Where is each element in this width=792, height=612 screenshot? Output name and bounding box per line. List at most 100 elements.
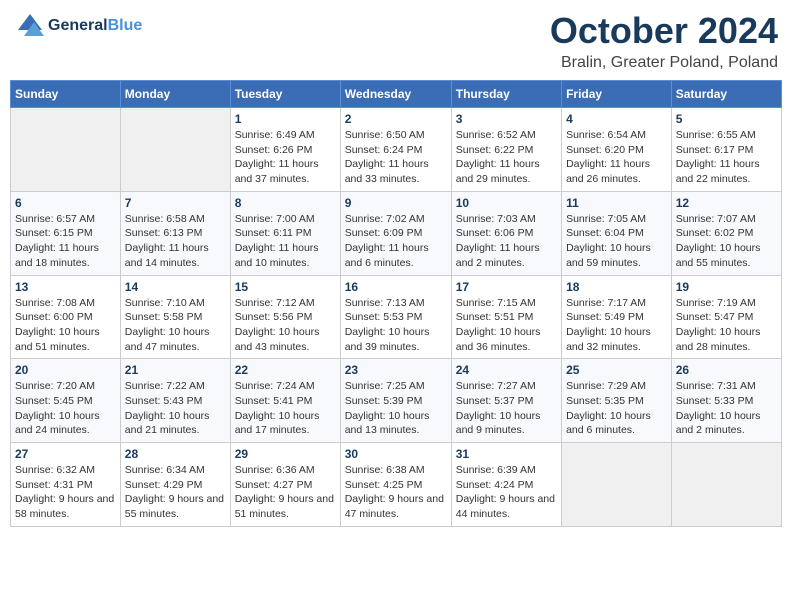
day-number: 23 bbox=[345, 363, 447, 377]
day-detail: Sunrise: 6:32 AM Sunset: 4:31 PM Dayligh… bbox=[15, 463, 116, 522]
day-number: 16 bbox=[345, 280, 447, 294]
calendar-day-cell bbox=[562, 443, 672, 527]
day-number: 25 bbox=[566, 363, 667, 377]
day-detail: Sunrise: 7:12 AM Sunset: 5:56 PM Dayligh… bbox=[235, 296, 336, 355]
day-detail: Sunrise: 7:31 AM Sunset: 5:33 PM Dayligh… bbox=[676, 379, 777, 438]
day-detail: Sunrise: 7:00 AM Sunset: 6:11 PM Dayligh… bbox=[235, 212, 336, 271]
weekday-header: Sunday bbox=[11, 81, 121, 108]
weekday-header: Saturday bbox=[671, 81, 781, 108]
calendar-week-row: 1 Sunrise: 6:49 AM Sunset: 6:26 PM Daylig… bbox=[11, 108, 782, 192]
day-number: 10 bbox=[456, 196, 557, 210]
calendar-day-cell: 28 Sunrise: 6:34 AM Sunset: 4:29 PM Dayli… bbox=[120, 443, 230, 527]
day-number: 4 bbox=[566, 112, 667, 126]
calendar-day-cell: 22Sunrise: 7:24 AM Sunset: 5:41 PM Dayli… bbox=[230, 359, 340, 443]
calendar-day-cell: 15Sunrise: 7:12 AM Sunset: 5:56 PM Dayli… bbox=[230, 275, 340, 359]
calendar-day-cell: 30Sunrise: 6:38 AM Sunset: 4:25 PM Dayli… bbox=[340, 443, 451, 527]
logo-icon bbox=[14, 10, 46, 42]
calendar-day-cell: 17 Sunrise: 7:15 AM Sunset: 5:51 PM Dayli… bbox=[451, 275, 561, 359]
day-detail: Sunrise: 7:27 AM Sunset: 5:37 PM Dayligh… bbox=[456, 379, 557, 438]
day-number: 6 bbox=[15, 196, 116, 210]
day-detail: Sunrise: 7:10 AM Sunset: 5:58 PM Dayligh… bbox=[125, 296, 226, 355]
day-number: 14 bbox=[125, 280, 226, 294]
day-detail: Sunrise: 6:34 AM Sunset: 4:29 PM Dayligh… bbox=[125, 463, 226, 522]
day-number: 27 bbox=[15, 447, 116, 461]
calendar-day-cell: 23Sunrise: 7:25 AM Sunset: 5:39 PM Dayli… bbox=[340, 359, 451, 443]
calendar-day-cell bbox=[120, 108, 230, 192]
day-detail: Sunrise: 6:58 AM Sunset: 6:13 PM Dayligh… bbox=[125, 212, 226, 271]
day-number: 12 bbox=[676, 196, 777, 210]
day-detail: Sunrise: 7:17 AM Sunset: 5:49 PM Dayligh… bbox=[566, 296, 667, 355]
day-number: 5 bbox=[676, 112, 777, 126]
calendar-day-cell: 14 Sunrise: 7:10 AM Sunset: 5:58 PM Dayli… bbox=[120, 275, 230, 359]
day-detail: Sunrise: 6:36 AM Sunset: 4:27 PM Dayligh… bbox=[235, 463, 336, 522]
calendar-day-cell: 18 Sunrise: 7:17 AM Sunset: 5:49 PM Dayli… bbox=[562, 275, 672, 359]
calendar-day-cell: 19Sunrise: 7:19 AM Sunset: 5:47 PM Dayli… bbox=[671, 275, 781, 359]
header: GeneralBlue October 2024 Bralin, Greater… bbox=[10, 10, 782, 72]
calendar-header-row: SundayMondayTuesdayWednesdayThursdayFrid… bbox=[11, 81, 782, 108]
weekday-header: Monday bbox=[120, 81, 230, 108]
calendar-day-cell: 26 Sunrise: 7:31 AM Sunset: 5:33 PM Dayli… bbox=[671, 359, 781, 443]
weekday-header: Thursday bbox=[451, 81, 561, 108]
title-area: October 2024 Bralin, Greater Poland, Pol… bbox=[550, 10, 778, 72]
day-detail: Sunrise: 7:03 AM Sunset: 6:06 PM Dayligh… bbox=[456, 212, 557, 271]
day-number: 18 bbox=[566, 280, 667, 294]
day-number: 17 bbox=[456, 280, 557, 294]
calendar-day-cell bbox=[11, 108, 121, 192]
calendar-day-cell: 5Sunrise: 6:55 AM Sunset: 6:17 PM Daylig… bbox=[671, 108, 781, 192]
day-number: 29 bbox=[235, 447, 336, 461]
day-detail: Sunrise: 6:52 AM Sunset: 6:22 PM Dayligh… bbox=[456, 128, 557, 187]
calendar-day-cell: 7 Sunrise: 6:58 AM Sunset: 6:13 PM Daylig… bbox=[120, 191, 230, 275]
calendar-day-cell: 4 Sunrise: 6:54 AM Sunset: 6:20 PM Daylig… bbox=[562, 108, 672, 192]
calendar-day-cell: 9 Sunrise: 7:02 AM Sunset: 6:09 PM Daylig… bbox=[340, 191, 451, 275]
day-number: 13 bbox=[15, 280, 116, 294]
day-number: 7 bbox=[125, 196, 226, 210]
day-detail: Sunrise: 7:02 AM Sunset: 6:09 PM Dayligh… bbox=[345, 212, 447, 271]
weekday-header: Wednesday bbox=[340, 81, 451, 108]
day-number: 3 bbox=[456, 112, 557, 126]
calendar-day-cell: 11Sunrise: 7:05 AM Sunset: 6:04 PM Dayli… bbox=[562, 191, 672, 275]
day-detail: Sunrise: 6:38 AM Sunset: 4:25 PM Dayligh… bbox=[345, 463, 447, 522]
day-number: 11 bbox=[566, 196, 667, 210]
page-title: October 2024 bbox=[550, 10, 778, 52]
day-detail: Sunrise: 6:50 AM Sunset: 6:24 PM Dayligh… bbox=[345, 128, 447, 187]
calendar-day-cell: 25 Sunrise: 7:29 AM Sunset: 5:35 PM Dayli… bbox=[562, 359, 672, 443]
calendar-day-cell: 31Sunrise: 6:39 AM Sunset: 4:24 PM Dayli… bbox=[451, 443, 561, 527]
calendar-day-cell: 20 Sunrise: 7:20 AM Sunset: 5:45 PM Dayli… bbox=[11, 359, 121, 443]
calendar-day-cell: 12 Sunrise: 7:07 AM Sunset: 6:02 PM Dayli… bbox=[671, 191, 781, 275]
calendar-table: SundayMondayTuesdayWednesdayThursdayFrid… bbox=[10, 80, 782, 527]
calendar-day-cell: 3 Sunrise: 6:52 AM Sunset: 6:22 PM Daylig… bbox=[451, 108, 561, 192]
calendar-week-row: 27 Sunrise: 6:32 AM Sunset: 4:31 PM Dayli… bbox=[11, 443, 782, 527]
weekday-header: Friday bbox=[562, 81, 672, 108]
weekday-header: Tuesday bbox=[230, 81, 340, 108]
calendar-week-row: 20 Sunrise: 7:20 AM Sunset: 5:45 PM Dayli… bbox=[11, 359, 782, 443]
day-number: 31 bbox=[456, 447, 557, 461]
page-subtitle: Bralin, Greater Poland, Poland bbox=[550, 54, 778, 72]
calendar-day-cell bbox=[671, 443, 781, 527]
day-detail: Sunrise: 7:07 AM Sunset: 6:02 PM Dayligh… bbox=[676, 212, 777, 271]
day-detail: Sunrise: 7:15 AM Sunset: 5:51 PM Dayligh… bbox=[456, 296, 557, 355]
calendar-day-cell: 29 Sunrise: 6:36 AM Sunset: 4:27 PM Dayli… bbox=[230, 443, 340, 527]
calendar-day-cell: 21Sunrise: 7:22 AM Sunset: 5:43 PM Dayli… bbox=[120, 359, 230, 443]
day-number: 1 bbox=[235, 112, 336, 126]
day-detail: Sunrise: 7:20 AM Sunset: 5:45 PM Dayligh… bbox=[15, 379, 116, 438]
logo-name: GeneralBlue bbox=[48, 17, 142, 35]
day-number: 8 bbox=[235, 196, 336, 210]
day-number: 24 bbox=[456, 363, 557, 377]
day-number: 9 bbox=[345, 196, 447, 210]
day-detail: Sunrise: 7:29 AM Sunset: 5:35 PM Dayligh… bbox=[566, 379, 667, 438]
day-detail: Sunrise: 7:19 AM Sunset: 5:47 PM Dayligh… bbox=[676, 296, 777, 355]
calendar-day-cell: 6Sunrise: 6:57 AM Sunset: 6:15 PM Daylig… bbox=[11, 191, 121, 275]
day-number: 22 bbox=[235, 363, 336, 377]
calendar-day-cell: 1 Sunrise: 6:49 AM Sunset: 6:26 PM Daylig… bbox=[230, 108, 340, 192]
day-number: 28 bbox=[125, 447, 226, 461]
day-detail: Sunrise: 6:54 AM Sunset: 6:20 PM Dayligh… bbox=[566, 128, 667, 187]
day-number: 20 bbox=[15, 363, 116, 377]
calendar-week-row: 13Sunrise: 7:08 AM Sunset: 6:00 PM Dayli… bbox=[11, 275, 782, 359]
calendar-day-cell: 10 Sunrise: 7:03 AM Sunset: 6:06 PM Dayli… bbox=[451, 191, 561, 275]
day-number: 26 bbox=[676, 363, 777, 377]
calendar-day-cell: 13Sunrise: 7:08 AM Sunset: 6:00 PM Dayli… bbox=[11, 275, 121, 359]
day-detail: Sunrise: 7:13 AM Sunset: 5:53 PM Dayligh… bbox=[345, 296, 447, 355]
calendar-day-cell: 8 Sunrise: 7:00 AM Sunset: 6:11 PM Daylig… bbox=[230, 191, 340, 275]
day-number: 2 bbox=[345, 112, 447, 126]
day-detail: Sunrise: 6:49 AM Sunset: 6:26 PM Dayligh… bbox=[235, 128, 336, 187]
